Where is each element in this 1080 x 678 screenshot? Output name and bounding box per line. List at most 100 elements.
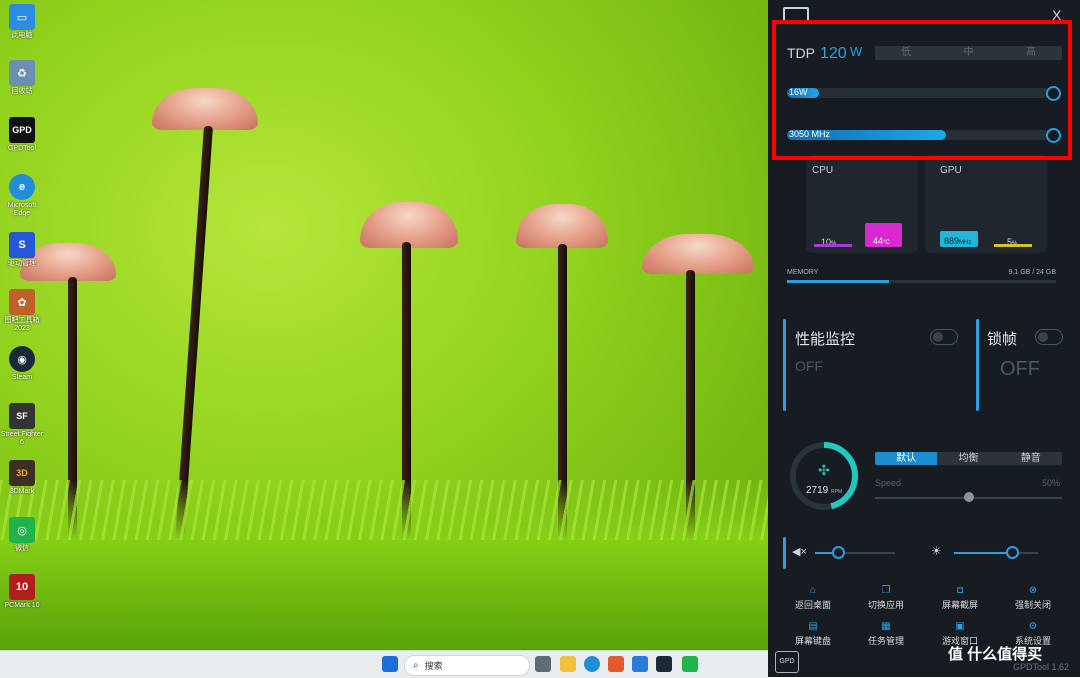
memory-label: MEMORY <box>787 269 819 276</box>
cpu-card: CPU 10% 44°C <box>806 155 918 253</box>
pcmark-icon: 10 <box>9 574 35 600</box>
desktop-wallpaper <box>0 0 768 650</box>
gpdtool-icon: GPD <box>9 117 35 143</box>
fan-rpm-value: 2719 <box>806 485 829 496</box>
street-fighter-icon: SF <box>9 403 35 429</box>
search-icon: ⌕ <box>413 660 419 671</box>
desktop-icon-this-pc[interactable]: ▭ 此电脑 <box>0 4 44 40</box>
desktop-icon-gpdtool[interactable]: GPD GPDTool <box>0 117 44 153</box>
gpu-usage-bar <box>994 244 1032 247</box>
desktop-icon-street-fighter[interactable]: SF Street Fighter 6 <box>0 403 44 447</box>
brightness-knob[interactable] <box>1006 546 1020 559</box>
camera-icon: ◘ <box>956 585 964 596</box>
wechat-icon[interactable] <box>682 656 698 672</box>
tile-label: 屏幕截屏 <box>941 600 978 610</box>
memory-bar <box>787 280 1056 283</box>
tile-back-to-desktop[interactable]: ⌂ 返回桌面 <box>778 586 848 614</box>
audio-accent <box>783 537 786 569</box>
taskbar: ⌕ 搜索 <box>0 650 768 678</box>
desktop-icon-recycle-bin[interactable]: ♻ 回收站 <box>0 60 44 96</box>
windows-start-icon[interactable] <box>382 656 398 672</box>
gpu-label: GPU <box>940 165 962 176</box>
switch-app-icon: ❐ <box>881 585 891 596</box>
desktop-icon-edge[interactable]: e Microsoft Edge <box>0 174 44 218</box>
taskbar-search[interactable]: ⌕ 搜索 <box>404 655 530 676</box>
file-explorer-icon[interactable] <box>560 656 576 672</box>
brightness-slider[interactable] <box>954 552 1038 554</box>
fan-mode-default[interactable]: 默认 <box>875 452 938 465</box>
cpu-temp: 44 <box>873 236 884 246</box>
cpu-label: CPU <box>812 165 834 176</box>
tile-switch-app[interactable]: ❐ 切换应用 <box>851 586 921 614</box>
cpu-usage-bar <box>814 244 852 247</box>
gear-icon: ⚙ <box>1028 621 1038 632</box>
cpu-temp-unit: °C <box>883 240 890 246</box>
monitor-accent <box>783 319 786 411</box>
fan-speed-label: Speed <box>875 478 902 488</box>
cpu-temp-value: 44°C <box>873 236 890 246</box>
grass <box>0 480 768 650</box>
gpu-card: GPU 889MHz 5% <box>925 155 1047 253</box>
edge-icon[interactable] <box>584 656 600 672</box>
gpu-clock-unit: MHz <box>959 240 972 246</box>
brightness-icon[interactable]: ☀ <box>931 544 942 558</box>
memory-bar-fill <box>787 280 890 283</box>
volume-knob[interactable] <box>832 546 846 559</box>
fan-rpm-unit: RPM <box>831 489 843 495</box>
monitor-state: OFF <box>795 358 823 374</box>
framelock-toggle[interactable] <box>1035 329 1063 345</box>
tile-force-close[interactable]: ⊗ 强制关闭 <box>998 586 1068 614</box>
gpu-clock: 889 <box>944 236 960 246</box>
fan-speed-value: 50% <box>1042 478 1061 488</box>
fan-mode-balanced[interactable]: 均衡 <box>937 452 999 465</box>
edge-icon: e <box>9 174 35 200</box>
tile-on-screen-keyboard[interactable]: ▤ 屏幕键盘 <box>778 622 848 650</box>
framelock-accent <box>976 319 979 411</box>
version-label: GPDTool 1.62 <box>1013 662 1070 672</box>
game-window-icon: ▣ <box>955 621 965 632</box>
tile-label: 返回桌面 <box>794 600 831 610</box>
this-pc-icon: ▭ <box>9 4 35 30</box>
framelock-label: 锁帧 <box>987 331 1018 348</box>
tile-label: 强制关闭 <box>1014 600 1051 610</box>
desktop-icon-driver-manager[interactable]: S 驱动管理 <box>0 232 44 268</box>
monitor-toggle[interactable] <box>930 329 958 345</box>
framelock-state: OFF <box>1000 358 1040 380</box>
3dmark-icon: 3D <box>9 460 35 486</box>
desktop-icon-3dmark[interactable]: 3D 3DMark <box>0 460 44 496</box>
brightness-slider-fill <box>954 552 1012 554</box>
driver-manager-icon: S <box>9 232 35 258</box>
fan-mode-selector: 默认 均衡 静音 <box>875 452 1062 465</box>
gpu-clock-value: 889MHz <box>944 236 971 246</box>
tile-task-manager[interactable]: ▦ 任务管理 <box>851 622 921 650</box>
wechat-icon: ◎ <box>9 517 35 543</box>
photos-icon[interactable] <box>632 656 648 672</box>
gpd-logo-icon[interactable]: GPD <box>775 651 799 673</box>
home-icon: ⌂ <box>809 585 817 596</box>
mute-icon[interactable]: ◀× <box>792 545 807 558</box>
desktop-icon-steam[interactable]: ◉ Steam <box>0 346 44 382</box>
desktop-icon-wechat[interactable]: ◎ 微信 <box>0 517 44 553</box>
search-placeholder: 搜索 <box>424 661 443 671</box>
keyboard-icon: ▤ <box>808 621 818 632</box>
fan-speed-knob[interactable] <box>963 492 974 502</box>
close-circle-icon: ⊗ <box>1028 585 1038 596</box>
task-view-icon[interactable] <box>535 656 551 672</box>
desktop-icon-toolbox[interactable]: ✿ 图吧工具箱2023 <box>0 289 44 333</box>
steam-icon[interactable] <box>656 656 672 672</box>
tile-label: 任务管理 <box>867 636 904 646</box>
steam-icon: ◉ <box>9 346 35 372</box>
fan-mode-silent[interactable]: 静音 <box>1000 452 1062 465</box>
volume-slider[interactable] <box>815 552 895 554</box>
tile-screenshot[interactable]: ◘ 屏幕截屏 <box>925 586 995 614</box>
memory-value: 9.1 GB / 24 GB <box>1008 269 1056 276</box>
watermark: 值 什么值得买 <box>948 646 1043 663</box>
tile-label: 屏幕键盘 <box>794 636 831 646</box>
store-icon[interactable] <box>608 656 624 672</box>
task-manager-icon: ▦ <box>881 621 891 632</box>
desktop-icon-pcmark[interactable]: 10 PCMark 10 <box>0 574 44 610</box>
highlight-box <box>772 20 1072 160</box>
toolbox-icon: ✿ <box>9 289 35 315</box>
fan-rpm: 2719 RPM <box>806 485 842 496</box>
tile-label: 切换应用 <box>867 600 904 610</box>
